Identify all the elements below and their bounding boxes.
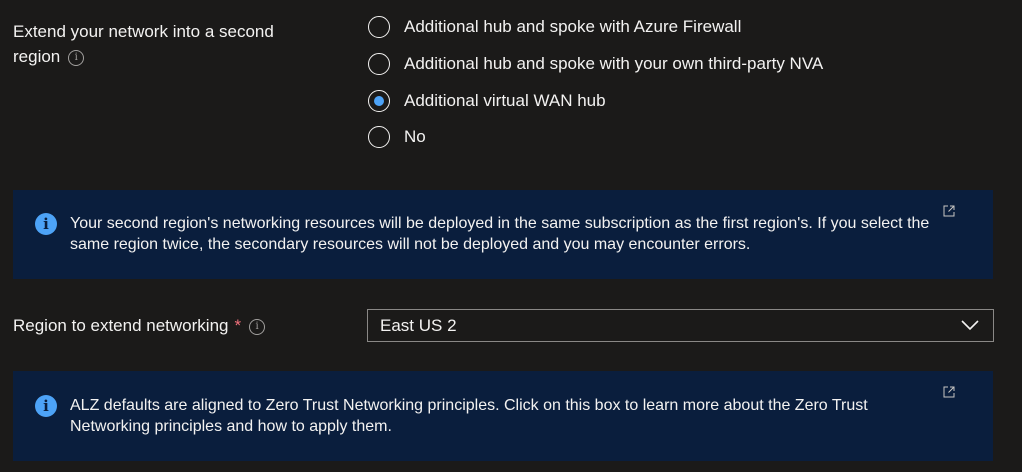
- radio-button[interactable]: [368, 16, 390, 38]
- radio-option-third-party-nva[interactable]: Additional hub and spoke with your own t…: [368, 51, 823, 77]
- extend-network-label-line2: region: [13, 47, 61, 66]
- info-box-text: Your second region's networking resource…: [70, 215, 930, 253]
- extend-network-label: Extend your network into a second region…: [13, 19, 274, 69]
- info-icon[interactable]: i: [249, 319, 266, 335]
- info-box-text: ALZ defaults are aligned to Zero Trust N…: [70, 397, 868, 435]
- extend-network-label-line1: Extend your network into a second: [13, 22, 274, 41]
- radio-label: Additional virtual WAN hub: [404, 91, 606, 110]
- radio-label: Additional hub and spoke with Azure Fire…: [404, 17, 742, 36]
- radio-option-virtual-wan-hub[interactable]: Additional virtual WAN hub: [368, 88, 606, 114]
- info-icon: i: [35, 395, 57, 417]
- radio-label: Additional hub and spoke with your own t…: [404, 54, 824, 73]
- external-link-icon: [943, 386, 955, 398]
- region-label-text: Region to extend networking: [13, 316, 229, 335]
- radio-label: No: [404, 127, 426, 146]
- radio-button-selected[interactable]: [368, 90, 390, 112]
- external-link-icon: [943, 205, 955, 217]
- info-icon: i: [35, 213, 57, 235]
- radio-button[interactable]: [368, 53, 390, 75]
- info-box-zero-trust[interactable]: i ALZ defaults are aligned to Zero Trust…: [13, 371, 993, 461]
- radio-option-no[interactable]: No: [368, 124, 426, 150]
- radio-button[interactable]: [368, 126, 390, 148]
- required-asterisk: *: [234, 316, 242, 335]
- form-section: Extend your network into a second region…: [0, 0, 1022, 472]
- extend-network-label-line2-wrap: region i: [13, 44, 274, 69]
- region-field-label: Region to extend networking * i: [13, 313, 266, 338]
- region-dropdown-value: East US 2: [380, 316, 457, 335]
- region-dropdown[interactable]: East US 2: [367, 309, 994, 342]
- info-icon[interactable]: i: [68, 50, 85, 66]
- info-box-second-region[interactable]: i Your second region's networking resour…: [13, 190, 993, 279]
- chevron-down-icon: [961, 320, 979, 331]
- radio-option-azure-firewall[interactable]: Additional hub and spoke with Azure Fire…: [368, 14, 741, 40]
